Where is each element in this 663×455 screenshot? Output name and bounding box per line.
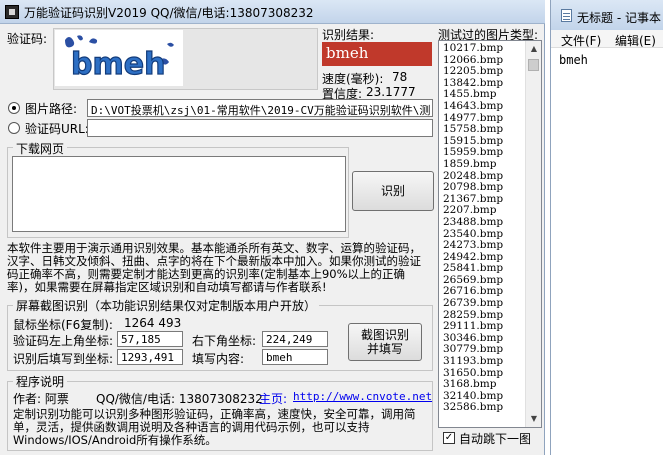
menu-edit[interactable]: 编辑(E): [615, 32, 656, 49]
notepad-icon: [561, 9, 572, 22]
author-label: 作者: 阿票: [13, 392, 69, 406]
download-group-title: 下载网页: [13, 140, 68, 157]
contact-label: QQ/微信/电话: 13807308232: [96, 392, 263, 406]
captcha-url-input[interactable]: [87, 119, 433, 137]
notepad-window: 无标题 - 记事本 文件(F) 编辑(E) bmeh: [550, 0, 663, 455]
file-list-item[interactable]: 1859.bmp: [443, 158, 503, 171]
program-info-group-title: 程序说明: [13, 373, 68, 390]
captcha-url-label: 验证码URL:: [25, 122, 89, 136]
app-icon: [5, 5, 19, 19]
tested-files-items: 10217.bmp 12066.bmp 12205.bmp 13842.bmp 1455…: [443, 42, 503, 414]
file-list-item[interactable]: 26739.bmp: [443, 297, 503, 310]
scroll-thumb[interactable]: [528, 59, 539, 71]
file-list-item[interactable]: 31193.bmp: [443, 355, 503, 368]
homepage-link[interactable]: http://www.cnvote.net: [293, 390, 432, 403]
mouse-coord-value: 1264 493: [124, 316, 182, 330]
title-bar[interactable]: 万能验证码识别V2019 QQ/微信/电话:13807308232: [0, 0, 545, 24]
captcha-preview: bmeh: [53, 28, 318, 90]
scroll-up-icon[interactable]: ▲: [526, 41, 541, 57]
top-left-input[interactable]: 57,185: [117, 331, 183, 347]
auto-next-label: 自动跳下一图: [459, 432, 532, 446]
fill-coord-input[interactable]: 1293,491: [117, 349, 183, 365]
window-title: 万能验证码识别V2019 QQ/微信/电话:13807308232: [24, 6, 314, 20]
file-list-item[interactable]: 24273.bmp: [443, 239, 503, 252]
captcha-image-text: bmeh: [71, 47, 165, 82]
tested-files-list[interactable]: 10217.bmp 12066.bmp 12205.bmp 13842.bmp 1455…: [438, 40, 542, 428]
speed-value: 78: [392, 70, 408, 84]
main-window: 万能验证码识别V2019 QQ/微信/电话:13807308232 验证码: b…: [0, 0, 545, 455]
capture-recognize-button[interactable]: 截图识别并填写: [348, 323, 422, 361]
screen-capture-group-title: 屏幕截图识别（本功能识别结果仅对定制版本用户开放）: [13, 297, 320, 314]
file-list-item[interactable]: 32586.bmp: [443, 402, 503, 414]
auto-next-checkbox[interactable]: ✓: [443, 432, 455, 444]
file-list-scrollbar[interactable]: ▲ ▼: [525, 41, 541, 427]
mouse-coord-label: 鼠标坐标(F6复制):: [13, 318, 113, 332]
notepad-title: 无标题 - 记事本: [577, 11, 661, 25]
scroll-down-icon[interactable]: ▼: [526, 411, 541, 427]
captcha-label: 验证码:: [7, 32, 48, 46]
download-content-area[interactable]: [12, 156, 346, 232]
file-list-item[interactable]: 15758.bmp: [443, 124, 503, 136]
bottom-right-label: 右下角坐标:: [192, 334, 257, 348]
fill-content-input[interactable]: bmeh: [262, 349, 328, 365]
file-list-item[interactable]: 14643.bmp: [443, 100, 503, 113]
top-left-label: 验证码左上角坐标:: [13, 334, 114, 348]
recognize-button[interactable]: 识别: [352, 171, 434, 211]
image-path-input[interactable]: D:\VOT投票机\zsj\01-常用软件\2019-CV万能验证码识别软件\测: [87, 99, 433, 117]
bottom-right-input[interactable]: 224,249: [262, 331, 328, 347]
file-list-item[interactable]: 20798.bmp: [443, 182, 503, 194]
image-path-label: 图片路径:: [25, 102, 78, 116]
software-description: 本软件主要用于演示通用识别效果。基本能通杀所有英文、数字、运算的验证码，汉字、日…: [7, 241, 421, 294]
image-path-radio[interactable]: [8, 102, 20, 114]
menu-file[interactable]: 文件(F): [561, 32, 601, 49]
captcha-url-radio[interactable]: [8, 122, 20, 134]
fill-coord-label: 识别后填写到坐标:: [13, 352, 114, 366]
file-list-item[interactable]: 10217.bmp: [443, 42, 503, 55]
file-list-item[interactable]: 23488.bmp: [443, 216, 503, 229]
result-value: bmeh: [322, 42, 432, 66]
captcha-image: bmeh: [55, 30, 183, 86]
homepage-label: 主页:: [259, 392, 288, 406]
result-label: 识别结果:: [322, 28, 375, 42]
notepad-text-area[interactable]: bmeh: [559, 53, 588, 67]
fill-content-label: 填写内容:: [192, 352, 245, 366]
confidence-value: 23.1777: [366, 85, 416, 99]
program-info-text: 定制识别功能可以识别多种图形验证码，正确率高，速度快，安全可靠，调用简单，灵活，…: [13, 407, 416, 447]
notepad-menu-bar: 文件(F) 编辑(E): [551, 30, 663, 48]
notepad-title-bar[interactable]: 无标题 - 记事本: [551, 0, 663, 30]
